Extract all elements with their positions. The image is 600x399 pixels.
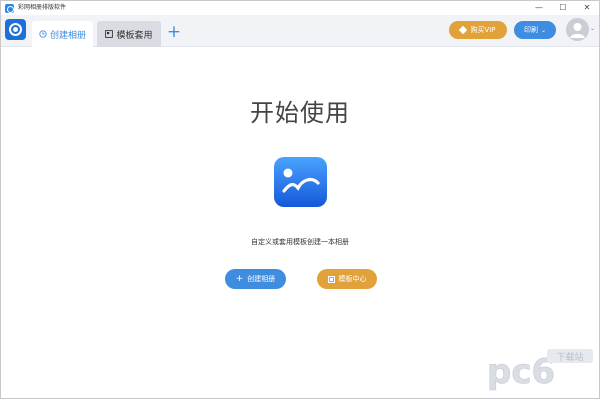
tab-bar: 创建相册 模板套用 +: [1, 15, 599, 47]
close-button[interactable]: ✕: [575, 1, 599, 15]
logo-ring-icon: [9, 23, 22, 36]
template-center-button[interactable]: 模板中心: [317, 269, 377, 289]
create-album-button[interactable]: + 创建相册: [225, 269, 286, 289]
avatar[interactable]: [566, 18, 589, 41]
add-tab-button[interactable]: +: [166, 23, 182, 41]
buy-vip-label: 购买VIP: [470, 26, 496, 34]
window-title: 彩网相册排版软件: [18, 4, 67, 11]
album-app-icon: [274, 157, 327, 207]
template-icon: [105, 30, 114, 38]
pc6-watermark: pc6 下载站: [485, 345, 597, 392]
window-controls: — ☐ ✕: [527, 1, 599, 15]
tab-create-album-label: 创建相册: [49, 30, 86, 41]
page-title: 开始使用: [250, 99, 350, 127]
subtitle: 自定义或套用模板创建一本相册: [251, 238, 349, 246]
plus-icon: +: [235, 273, 244, 284]
minimize-button[interactable]: —: [527, 1, 551, 15]
create-album-label: 创建相册: [247, 275, 276, 283]
tab-create-album[interactable]: 创建相册: [32, 21, 93, 47]
watermark-label: 下载站: [556, 351, 583, 363]
template-center-label: 模板中心: [338, 275, 367, 283]
print-button[interactable]: 印刷 ⌄: [514, 21, 556, 39]
buy-vip-button[interactable]: 购买VIP: [449, 21, 507, 39]
app-window: 彩网相册排版软件 — ☐ ✕ 创建相册 模板套用 + 购买VIP 印刷 ⌄ ⌄ …: [0, 0, 600, 399]
template-center-icon: [327, 275, 335, 283]
tab-template[interactable]: 模板套用: [97, 21, 161, 47]
clock-icon: [39, 30, 47, 38]
watermark-brand: pc6: [487, 352, 555, 391]
app-logo[interactable]: [5, 19, 26, 40]
diamond-icon: [459, 25, 468, 35]
tab-template-label: 模板套用: [116, 30, 153, 41]
title-bar: 彩网相册排版软件 — ☐ ✕: [1, 1, 599, 15]
print-label: 印刷: [523, 26, 538, 34]
maximize-button[interactable]: ☐: [551, 1, 575, 15]
avatar-chevron-icon[interactable]: ⌄: [590, 25, 595, 32]
app-icon: [5, 3, 14, 13]
user-icon: [566, 18, 589, 41]
chevron-down-icon: ⌄: [540, 26, 547, 34]
